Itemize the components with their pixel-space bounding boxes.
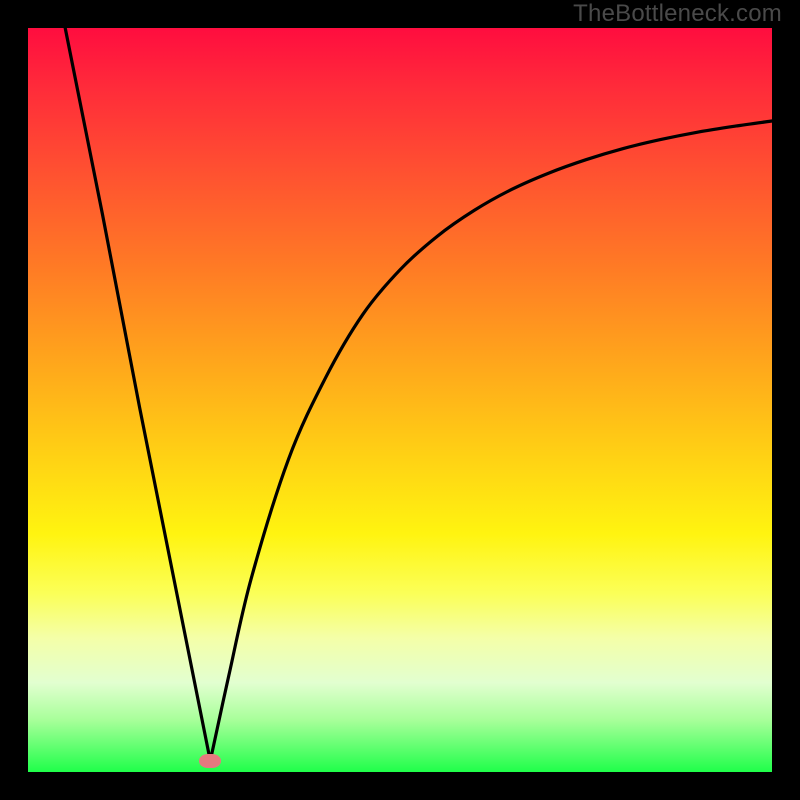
- plot-area: [28, 28, 772, 772]
- minimum-marker: [199, 754, 221, 768]
- watermark-text: TheBottleneck.com: [573, 0, 782, 28]
- chart-frame: TheBottleneck.com: [0, 0, 800, 800]
- bottleneck-curve: [28, 28, 772, 772]
